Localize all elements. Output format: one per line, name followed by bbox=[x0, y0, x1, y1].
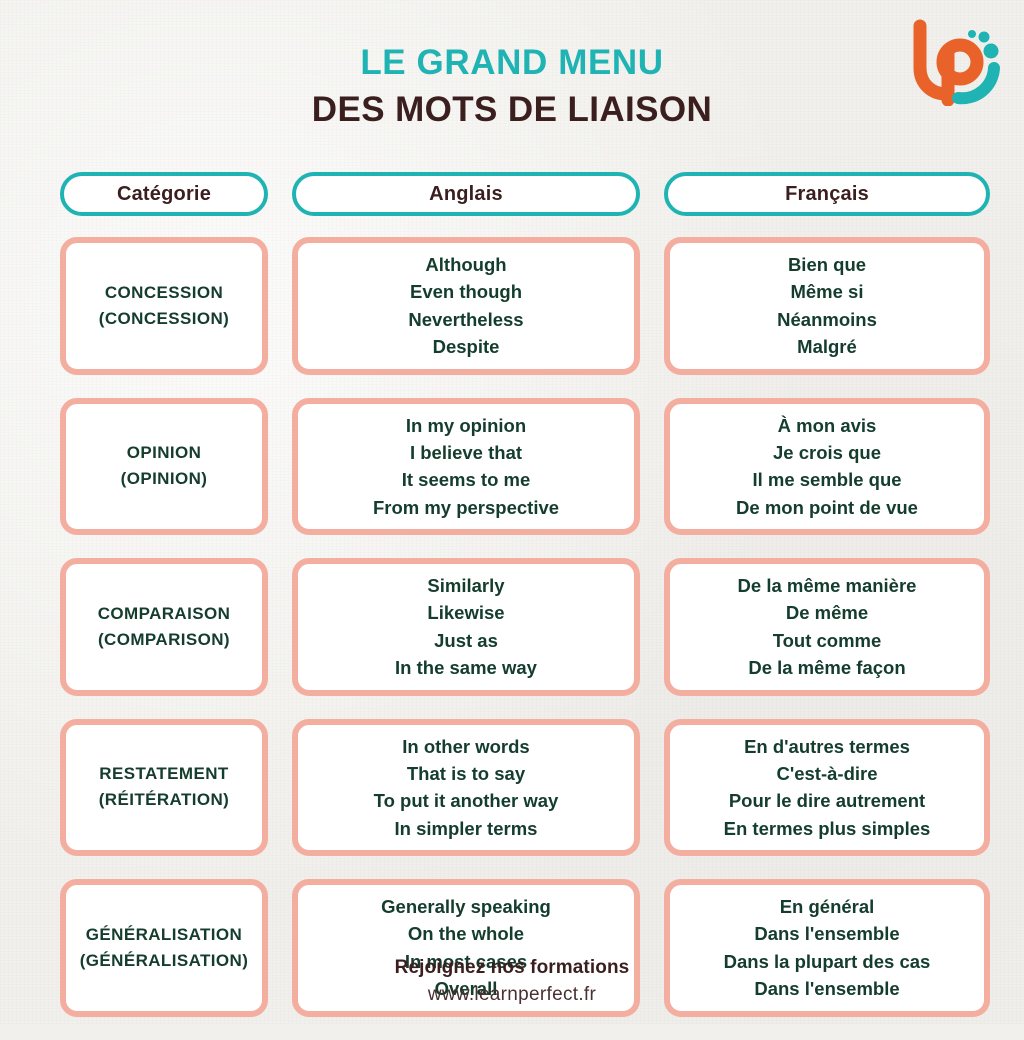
french-phrase: Tout comme bbox=[772, 629, 882, 651]
french-phrase: De la même façon bbox=[748, 657, 906, 679]
english-phrase: Just as bbox=[434, 629, 498, 651]
category-name: RESTATEMENT bbox=[99, 764, 229, 784]
footer: Rejoignez nos formations www.learnperfec… bbox=[0, 957, 1024, 1006]
english-phrase: Likewise bbox=[427, 602, 505, 624]
liaison-words-table: Catégorie Anglais Français CONCESSION (C… bbox=[60, 172, 990, 1040]
english-phrase: Even though bbox=[409, 281, 523, 303]
category-translation: (OPINION) bbox=[120, 469, 208, 489]
category-cell: RESTATEMENT (RÉITÉRATION) bbox=[60, 718, 268, 856]
english-phrase: From my perspective bbox=[372, 496, 560, 518]
english-cell: In other words That is to say To put it … bbox=[292, 718, 640, 856]
english-phrase: On the whole bbox=[407, 923, 525, 945]
column-header-label: Catégorie bbox=[116, 182, 212, 205]
table-row: CONCESSION (CONCESSION) Although Even th… bbox=[60, 237, 990, 375]
category-name: OPINION bbox=[126, 443, 202, 463]
english-phrase: Generally speaking bbox=[381, 896, 551, 917]
infographic-root: LE GRAND MENU DES MOTS DE LIAISON Catégo… bbox=[0, 0, 1024, 1024]
french-phrase: Même si bbox=[790, 281, 864, 303]
french-phrase: De la même manière bbox=[737, 575, 917, 596]
english-phrase: Nevertheless bbox=[408, 308, 524, 330]
column-header-anglais: Anglais bbox=[292, 172, 640, 216]
english-cell: Similarly Likewise Just as In the same w… bbox=[292, 558, 640, 696]
french-phrase: Bien que bbox=[787, 254, 867, 275]
english-phrase: In simpler terms bbox=[394, 817, 538, 839]
french-phrase: En d'autres termes bbox=[744, 735, 910, 757]
table-row: OPINION (OPINION) In my opinion I believ… bbox=[60, 397, 990, 535]
english-phrase: Similarly bbox=[427, 575, 505, 596]
table-header-row: Catégorie Anglais Français bbox=[60, 172, 990, 216]
french-phrase: À mon avis bbox=[777, 414, 877, 436]
table-row: RESTATEMENT (RÉITÉRATION) In other words… bbox=[60, 718, 990, 856]
english-phrase: Despite bbox=[432, 336, 500, 358]
english-phrase: In the same way bbox=[395, 657, 537, 679]
footer-website-url[interactable]: www.learnperfect.fr bbox=[0, 984, 1024, 1006]
french-cell: En d'autres termes C'est-à-dire Pour le … bbox=[664, 718, 990, 856]
footer-cta-text: Rejoignez nos formations bbox=[394, 957, 630, 978]
column-header-label: Français bbox=[785, 182, 869, 205]
category-name: COMPARAISON bbox=[97, 603, 231, 623]
french-phrase: Pour le dire autrement bbox=[728, 790, 926, 812]
category-cell: OPINION (OPINION) bbox=[60, 397, 268, 535]
english-phrase: To put it another way bbox=[373, 790, 559, 812]
table-row: COMPARAISON (COMPARISON) Similarly Likew… bbox=[60, 558, 990, 696]
french-phrase: Dans l'ensemble bbox=[754, 923, 900, 945]
column-header-francais: Français bbox=[664, 172, 990, 216]
english-phrase: Although bbox=[425, 254, 507, 275]
english-phrase: It seems to me bbox=[401, 469, 531, 491]
english-phrase: That is to say bbox=[406, 762, 526, 784]
english-phrase: In other words bbox=[402, 735, 530, 757]
category-cell: COMPARAISON (COMPARISON) bbox=[60, 558, 268, 696]
english-cell: In my opinion I believe that It seems to… bbox=[292, 397, 640, 535]
page-title-main: LE GRAND MENU bbox=[360, 43, 664, 82]
page-title-sub: DES MOTS DE LIAISON bbox=[311, 90, 713, 130]
category-name: GÉNÉRALISATION bbox=[85, 924, 243, 944]
french-cell: À mon avis Je crois que Il me semble que… bbox=[664, 397, 990, 535]
title-block: LE GRAND MENU DES MOTS DE LIAISON bbox=[0, 42, 1024, 131]
french-cell: De la même manière De même Tout comme De… bbox=[664, 558, 990, 696]
french-phrase: Malgré bbox=[797, 336, 857, 358]
french-phrase: C'est-à-dire bbox=[776, 762, 878, 784]
french-phrase: Je crois que bbox=[773, 441, 881, 463]
french-phrase: De même bbox=[785, 602, 869, 624]
french-phrase: En termes plus simples bbox=[723, 817, 931, 839]
french-phrase: De mon point de vue bbox=[736, 496, 918, 518]
french-phrase: En général bbox=[779, 896, 875, 917]
english-phrase: In my opinion bbox=[405, 414, 527, 436]
column-header-categorie: Catégorie bbox=[60, 172, 268, 216]
category-translation: (CONCESSION) bbox=[98, 308, 230, 328]
french-phrase: Néanmoins bbox=[777, 308, 877, 330]
category-cell: CONCESSION (CONCESSION) bbox=[60, 237, 268, 375]
french-phrase: Il me semble que bbox=[752, 469, 902, 491]
column-header-label: Anglais bbox=[429, 182, 503, 205]
english-phrase: I believe that bbox=[409, 441, 523, 463]
category-translation: (COMPARISON) bbox=[98, 629, 230, 649]
french-cell: Bien que Même si Néanmoins Malgré bbox=[664, 237, 990, 375]
category-name: CONCESSION bbox=[104, 282, 224, 302]
category-translation: (RÉITÉRATION) bbox=[98, 790, 230, 810]
english-cell: Although Even though Nevertheless Despit… bbox=[292, 237, 640, 375]
